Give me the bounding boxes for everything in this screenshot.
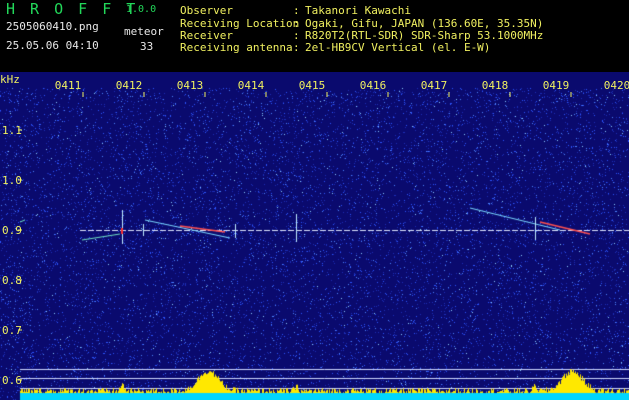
app-title: H R O F F T (6, 0, 139, 18)
time-tick-label: 0418 (482, 79, 509, 92)
time-tick-label: 0414 (238, 79, 265, 92)
time-tick-label: 0412 (116, 79, 143, 92)
time-tick-label: 0417 (421, 79, 448, 92)
time-tick-label: 0411 (55, 79, 82, 92)
info-label-receiver: Receiver (180, 29, 233, 42)
info-value-antenna: 2el-HB9CV Vertical (el. E-W) (305, 41, 491, 54)
info-value-observer: Takanori Kawachi (305, 4, 411, 17)
info-value-location: Ogaki, Gifu, JAPAN (136.60E, 35.35N) (305, 17, 544, 30)
meteor-count-value: 33 (140, 40, 154, 53)
time-tick-label: 0419 (543, 79, 570, 92)
spectrogram-axes: 0411 0412 0413 0414 0415 0416 0417 0418 0419 0420… (2, 79, 629, 387)
timestamp: 25.05.06 04:10 (6, 39, 99, 52)
info-label-location: Receiving Location (180, 17, 300, 30)
time-tick-label: 0416 (360, 79, 387, 92)
freq-unit-label: kHz (0, 73, 20, 86)
time-tick-label: 0415 (299, 79, 326, 92)
app-version: 1.0.0 (126, 4, 157, 15)
info-value-receiver: R820T2(RTL-SDR) SDR-Sharp 53.1000MHz (305, 29, 544, 42)
time-tick-label: 0420 (604, 79, 629, 92)
time-tick-label: 0413 (177, 79, 204, 92)
file-name: 2505060410.png (6, 20, 99, 33)
header-panel: H R O F F T 1.0.0 2505060410.png 25.05.0… (0, 0, 629, 72)
info-label-antenna: Receiving antenna (180, 41, 293, 54)
info-label-observer: Observer (180, 4, 233, 17)
meteor-count-label: meteor (124, 25, 164, 38)
